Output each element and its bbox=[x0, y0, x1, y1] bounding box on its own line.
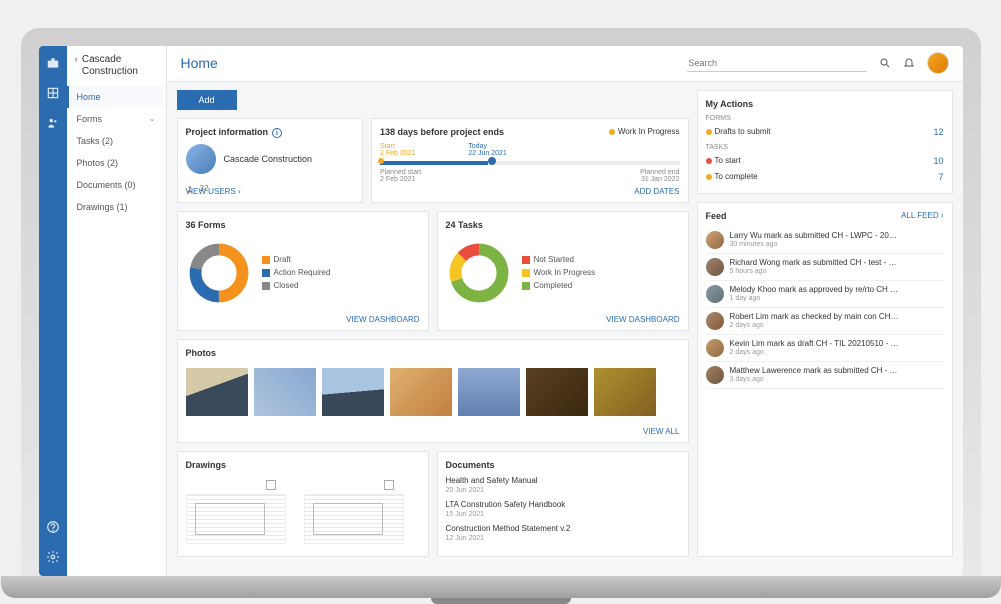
timeline-today: Today22 Jun 2021 bbox=[468, 143, 507, 157]
drawing-item[interactable] bbox=[186, 480, 286, 544]
users-icon[interactable] bbox=[46, 116, 60, 130]
info-icon[interactable]: i bbox=[272, 128, 282, 138]
timeline-status: Work In Progress bbox=[609, 127, 680, 136]
topbar: Home bbox=[167, 46, 963, 82]
photos-title: Photos bbox=[186, 348, 680, 358]
search-icon[interactable] bbox=[879, 57, 891, 69]
legend-completed: Completed bbox=[522, 281, 596, 290]
action-to-complete[interactable]: To complete7 bbox=[706, 169, 944, 185]
action-drafts[interactable]: Drafts to submit12 bbox=[706, 124, 944, 140]
nav-forms[interactable]: Forms bbox=[67, 108, 166, 130]
feed-avatar bbox=[706, 339, 724, 357]
planned-end: Planned end31 Jan 2022 bbox=[640, 169, 679, 183]
feed-card: Feed ALL FEED › Larry Wu mark as submitt… bbox=[697, 202, 953, 557]
photo-thumb[interactable] bbox=[322, 368, 384, 416]
feed-item[interactable]: Matthew Lawerence mark as submitted CH -… bbox=[706, 362, 944, 389]
main: Home Add Project informationi Cascade Co… bbox=[167, 46, 963, 576]
grid-icon[interactable] bbox=[46, 86, 60, 100]
nav-tasks[interactable]: Tasks (2) bbox=[67, 130, 166, 152]
add-button[interactable]: Add bbox=[177, 90, 237, 110]
timeline-track bbox=[380, 161, 680, 165]
forms-donut-chart bbox=[188, 242, 250, 304]
project-info-title: Project informationi bbox=[186, 127, 354, 138]
document-item[interactable]: Construction Method Statement v.212 Jun … bbox=[446, 524, 680, 542]
all-feed-link[interactable]: ALL FEED › bbox=[901, 211, 943, 220]
tasks-donut-chart bbox=[448, 242, 510, 304]
project-selector[interactable]: ‹ Cascade Construction bbox=[67, 46, 166, 86]
help-icon[interactable] bbox=[46, 520, 60, 534]
timeline-start: Start2 Feb 2021 bbox=[380, 143, 415, 157]
briefcase-icon[interactable] bbox=[46, 56, 60, 70]
drawing-item[interactable] bbox=[304, 480, 404, 544]
legend-wip: Work In Progress bbox=[522, 268, 596, 277]
photos-card: Photos VIEW ALL bbox=[177, 339, 689, 443]
actions-tasks-label: TASKS bbox=[706, 144, 944, 151]
document-item[interactable]: LTA Constrution Safety Handbook15 Jun 20… bbox=[446, 500, 680, 518]
feed-item[interactable]: Robert Lim mark as checked by main con C… bbox=[706, 308, 944, 335]
feed-avatar bbox=[706, 366, 724, 384]
feed-item[interactable]: Kevin Lim mark as draft CH - TIL 2021051… bbox=[706, 335, 944, 362]
timeline-title: 138 days before project ends bbox=[380, 127, 504, 137]
tasks-dashboard-link[interactable]: VIEW DASHBOARD bbox=[606, 315, 679, 324]
sidebar: ‹ Cascade Construction Home Forms Tasks … bbox=[67, 46, 167, 576]
project-name: Cascade Construction bbox=[224, 154, 313, 164]
nav-drawings[interactable]: Drawings (1) bbox=[67, 196, 166, 218]
legend-action: Action Required bbox=[262, 268, 331, 277]
drawing-checkbox[interactable] bbox=[266, 480, 276, 490]
feed-avatar bbox=[706, 285, 724, 303]
feed-item[interactable]: Richard Wong mark as submitted CH - test… bbox=[706, 254, 944, 281]
photo-thumb[interactable] bbox=[254, 368, 316, 416]
legend-not-started: Not Started bbox=[522, 255, 596, 264]
drawing-thumb bbox=[304, 494, 404, 544]
feed-avatar bbox=[706, 231, 724, 249]
bell-icon[interactable] bbox=[903, 57, 915, 69]
tasks-chart-title: 24 Tasks bbox=[446, 220, 680, 230]
photo-thumb[interactable] bbox=[594, 368, 656, 416]
photos-view-all-link[interactable]: VIEW ALL bbox=[643, 427, 679, 436]
photo-thumb[interactable] bbox=[390, 368, 452, 416]
nav-home[interactable]: Home bbox=[67, 86, 166, 108]
drawings-title: Drawings bbox=[186, 460, 420, 470]
icon-rail bbox=[39, 46, 67, 576]
feed-avatar bbox=[706, 258, 724, 276]
page-title: Home bbox=[181, 55, 675, 71]
documents-title: Documents bbox=[446, 460, 680, 470]
action-to-start[interactable]: To start10 bbox=[706, 153, 944, 169]
forms-chart-title: 36 Forms bbox=[186, 220, 420, 230]
nav-documents[interactable]: Documents (0) bbox=[67, 174, 166, 196]
forms-chart-card: 36 Forms Draft Action Required bbox=[177, 211, 429, 331]
legend-draft: Draft bbox=[262, 255, 331, 264]
project-info-card: Project informationi Cascade Constructio… bbox=[177, 118, 363, 203]
tasks-chart-card: 24 Tasks Not Started Work In Progress bbox=[437, 211, 689, 331]
feed-item[interactable]: Larry Wu mark as submitted CH - LWPC - 2… bbox=[706, 227, 944, 254]
drawing-checkbox[interactable] bbox=[384, 480, 394, 490]
my-actions-card: My Actions FORMS Drafts to submit12 TASK… bbox=[697, 90, 953, 194]
legend-closed: Closed bbox=[262, 281, 331, 290]
add-dates-link[interactable]: ADD DATES bbox=[634, 187, 679, 196]
documents-card: Documents Health and Safety Manual20 Jun… bbox=[437, 451, 689, 557]
search-input[interactable] bbox=[687, 55, 867, 72]
my-actions-title: My Actions bbox=[706, 99, 944, 109]
actions-forms-label: FORMS bbox=[706, 115, 944, 122]
nav-photos[interactable]: Photos (2) bbox=[67, 152, 166, 174]
gear-icon[interactable] bbox=[46, 550, 60, 564]
planned-start: Planned start2 Feb 2021 bbox=[380, 169, 421, 183]
drawings-card: Drawings bbox=[177, 451, 429, 557]
feed-avatar bbox=[706, 312, 724, 330]
forms-dashboard-link[interactable]: VIEW DASHBOARD bbox=[346, 315, 419, 324]
drawing-thumb bbox=[186, 494, 286, 544]
chevron-left-icon: ‹ bbox=[75, 54, 78, 65]
photo-thumb[interactable] bbox=[186, 368, 248, 416]
view-users-link[interactable]: VIEW USERS › bbox=[186, 187, 241, 196]
project-thumbnail bbox=[186, 144, 216, 174]
feed-item[interactable]: Melody Khoo mark as approved by re/rto C… bbox=[706, 281, 944, 308]
document-item[interactable]: Health and Safety Manual20 Jun 2021 bbox=[446, 476, 680, 494]
photo-thumb[interactable] bbox=[526, 368, 588, 416]
user-avatar[interactable] bbox=[927, 52, 949, 74]
feed-title: Feed bbox=[706, 211, 727, 221]
timeline-card: 138 days before project ends Work In Pro… bbox=[371, 118, 689, 203]
photo-thumb[interactable] bbox=[458, 368, 520, 416]
